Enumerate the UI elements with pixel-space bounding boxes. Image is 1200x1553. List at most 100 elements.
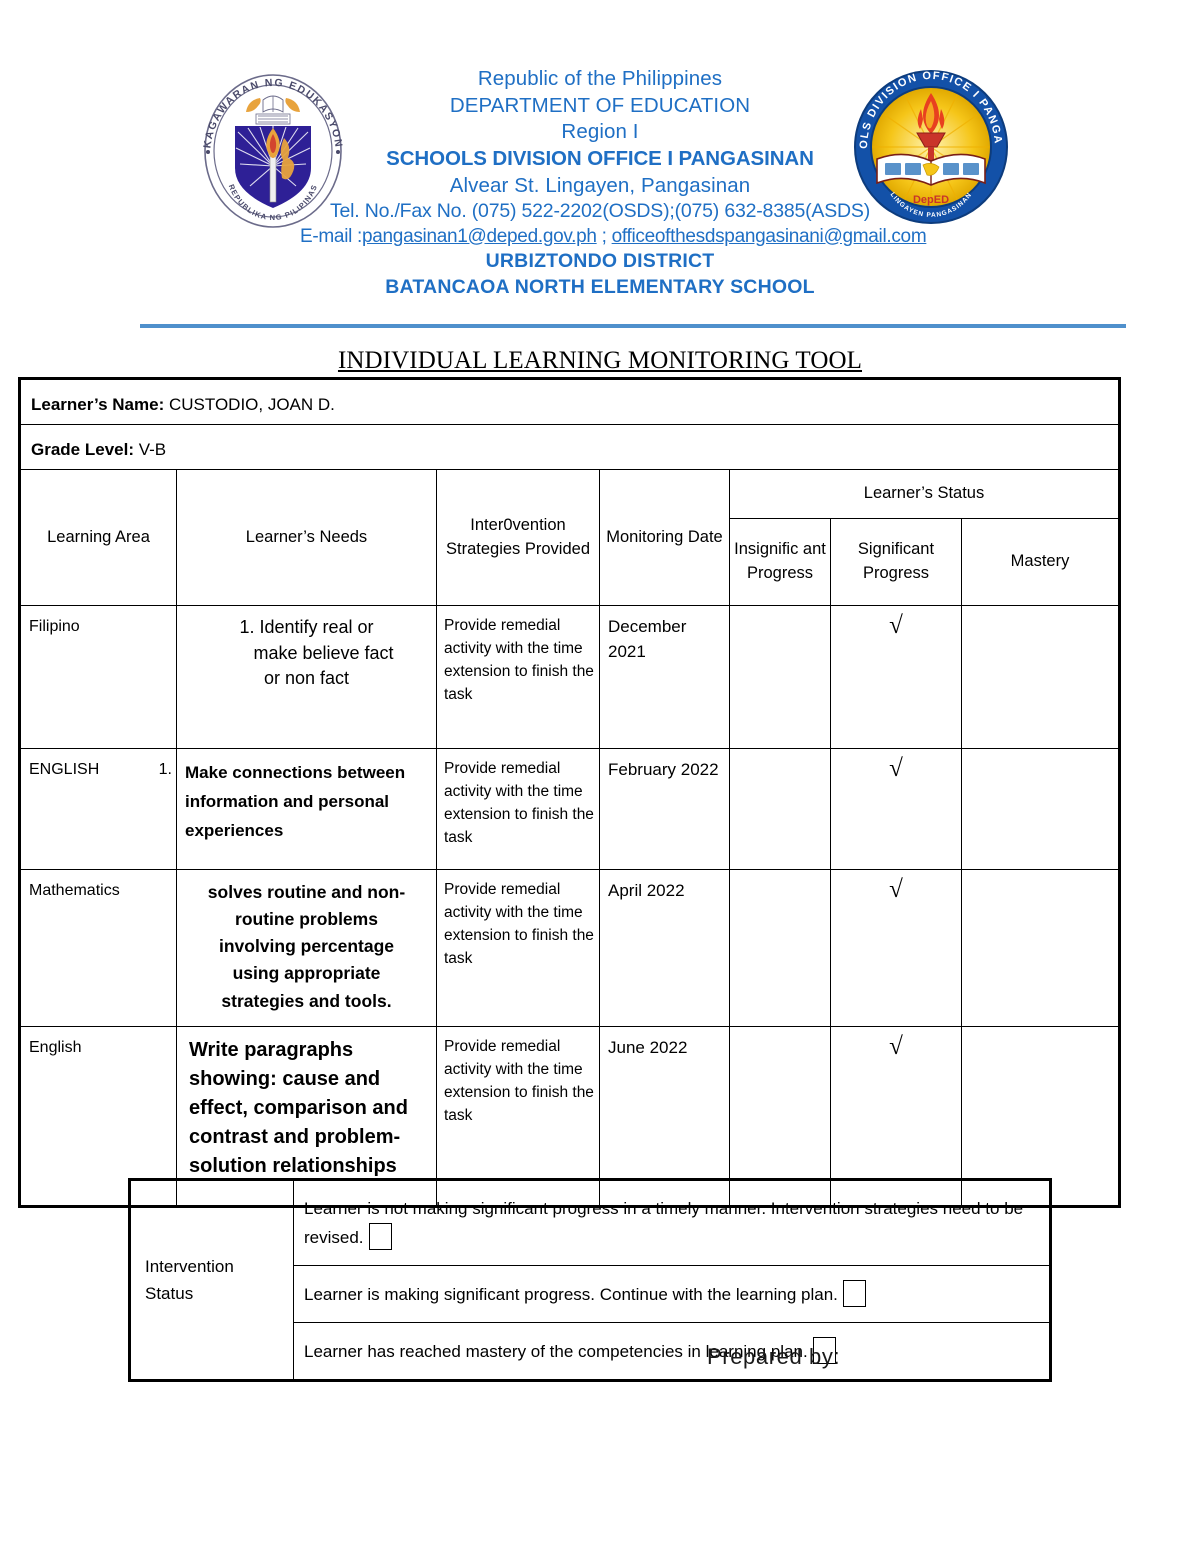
cell-insignificant-progress[interactable] — [729, 748, 831, 870]
cell-monitoring-date: December 2021 — [599, 605, 730, 749]
cell-significant-progress[interactable]: √ — [830, 1026, 962, 1206]
cell-significant-progress[interactable]: √ — [830, 869, 962, 1027]
letterhead-line-address: Alvear St. Lingayen, Pangasinan — [449, 173, 751, 197]
cell-learners-needs: solves routine and non- routine problems… — [176, 869, 437, 1027]
cell-intervention-strategy: Provide remedial activity with the time … — [436, 605, 600, 749]
letterhead-text-block: Republic of the Philippines DEPARTMENT O… — [300, 66, 927, 300]
cell-insignificant-progress[interactable] — [729, 1026, 831, 1206]
prepared-by-label: Prepared by: — [707, 1344, 841, 1369]
learner-name-value: CUSTODIO, JOAN D. — [168, 395, 335, 414]
cell-significant-progress[interactable]: √ — [830, 605, 962, 749]
needs-line: involving percentage — [218, 936, 395, 957]
cell-significant-progress[interactable]: √ — [830, 748, 962, 870]
checkbox-needs-revision[interactable] — [368, 1222, 392, 1250]
table-row: Mathematics solves routine and non- rout… — [20, 869, 1120, 1027]
cell-insignificant-progress[interactable] — [729, 869, 831, 1027]
cell-learning-area: Filipino — [20, 605, 177, 749]
needs-line: solution relationships — [189, 1155, 397, 1177]
needs-line: effect, comparison and — [189, 1097, 408, 1119]
intervention-status-table: Intervention Status Learner is not makin… — [128, 1178, 1052, 1382]
header-significant-progress: Significant Progress — [830, 518, 962, 606]
cell-intervention-strategy: Provide remedial activity with the time … — [436, 869, 600, 1027]
checkbox-significant-progress[interactable] — [842, 1279, 866, 1307]
header-mastery: Mastery — [960, 518, 1120, 606]
schools-division-office-seal-icon: DepED SCHOOLS DIVISION OFFICE I PANGASIN… — [847, 63, 1015, 229]
letterhead-line-department: DEPARTMENT OF EDUCATION — [449, 93, 751, 117]
letterhead-line-region: Region I — [561, 120, 639, 144]
letterhead-line-school: BATANCAOA NORTH ELEMENTARY SCHOOL — [385, 275, 815, 298]
header-learners-needs: Learner’s Needs — [176, 469, 437, 606]
learning-area-text: ENGLISH — [29, 761, 100, 778]
letterhead-line-email: E-mail :pangasinan1@deped.gov.ph ; offic… — [300, 225, 927, 250]
cell-monitoring-date: April 2022 — [599, 869, 730, 1027]
needs-line: experiences — [185, 821, 284, 841]
grade-level-cell: Grade Level: V-B — [19, 424, 1120, 470]
letterhead-line-district: URBIZTONDO DISTRICT — [485, 250, 715, 273]
cell-learners-needs: 1. Identify real or make believe fact or… — [176, 605, 437, 749]
email-separator: ; — [596, 225, 612, 247]
monitoring-table: Learner’s Name: CUSTODIO, JOAN D. Grade … — [17, 377, 1122, 1208]
cell-intervention-strategy: Provide remedial activity with the time … — [436, 748, 600, 870]
needs-line: Write paragraphs — [189, 1039, 354, 1061]
seal-deped-wordmark: DepED — [913, 194, 949, 206]
cell-mastery[interactable] — [960, 605, 1120, 749]
table-row: ENGLISH 1. Make connections between info… — [20, 748, 1120, 870]
needs-line: solves routine and non- — [207, 882, 406, 902]
cell-mastery[interactable] — [960, 1026, 1120, 1206]
table-header-row-1: Learning Area Learner’s Needs Inter0vent… — [20, 469, 1120, 606]
page-title-text: INDIVIDUAL LEARNING MONITORING TOOL — [337, 347, 863, 374]
needs-line: 1. Identify real or — [239, 617, 374, 637]
grade-level-value: V-B — [138, 440, 167, 459]
intervention-status-option-text: Learner is not making significant progre… — [304, 1199, 1024, 1247]
cell-mastery[interactable] — [960, 748, 1120, 870]
cell-monitoring-date: June 2022 — [599, 1026, 730, 1206]
cell-learners-needs: Make connections between information and… — [176, 748, 437, 870]
intervention-status-option: Learner is making significant progress. … — [293, 1265, 1050, 1323]
intervention-status-row-1: Intervention Status Learner is not makin… — [130, 1180, 1050, 1380]
header-divider-rule — [140, 324, 1126, 328]
intervention-status-label-line2: Status — [145, 1284, 194, 1303]
intervention-status-option-text: Learner is making significant progress. … — [304, 1284, 838, 1304]
email-link-deped[interactable]: pangasinan1@deped.gov.ph — [362, 226, 597, 247]
cell-mastery[interactable] — [960, 869, 1120, 1027]
intervention-status-option: Learner is not making significant progre… — [293, 1180, 1050, 1266]
needs-line: Make connections between — [185, 763, 406, 782]
letterhead-line-division: SCHOOLS DIVISION OFFICE I PANGASINAN — [386, 146, 814, 170]
letterhead-line-telephone: Tel. No./Fax No. (075) 522-2202(OSDS);(0… — [329, 200, 871, 223]
learner-name-label: Learner’s Name: — [31, 395, 165, 414]
letterhead-line-republic: Republic of the Philippines — [477, 67, 723, 90]
cell-insignificant-progress[interactable] — [729, 605, 831, 749]
learning-area-item-number: 1. — [158, 761, 172, 778]
needs-line: information and personal — [185, 792, 390, 812]
intervention-status-label-line1: Intervention — [145, 1256, 234, 1276]
table-row: Filipino 1. Identify real or make believ… — [20, 605, 1120, 749]
header-learners-status: Learner’s Status — [728, 469, 1120, 519]
header-monitoring-date: Monitoring Date — [599, 469, 730, 606]
header-insignificant-progress: Insignific ant Progress — [729, 518, 831, 606]
needs-line: routine problems — [235, 909, 378, 930]
cell-monitoring-date: February 2022 — [599, 748, 730, 870]
cell-learning-area: English — [20, 1026, 177, 1206]
needs-line: contrast and problem- — [189, 1126, 401, 1148]
learner-name-cell: Learner’s Name: CUSTODIO, JOAN D. — [19, 379, 1120, 425]
cell-intervention-strategy: Provide remedial activity with the time … — [436, 1026, 600, 1206]
table-row: English Write paragraphs showing: cause … — [20, 1026, 1120, 1206]
cell-learners-needs: Write paragraphs showing: cause and effe… — [176, 1026, 437, 1206]
intervention-status-label: Intervention Status — [130, 1180, 294, 1380]
email-label: E-mail : — [300, 225, 362, 247]
header-intervention-strategies: Inter0vention Strategies Provided — [436, 469, 600, 606]
page-title: INDIVIDUAL LEARNING MONITORING TOOL — [0, 347, 1200, 375]
needs-line: showing: cause and — [189, 1068, 381, 1090]
learner-name-row: Learner’s Name: CUSTODIO, JOAN D. — [19, 379, 1120, 425]
needs-line: make believe fact — [253, 642, 394, 663]
cell-learning-area: ENGLISH 1. — [20, 748, 177, 870]
header-learning-area: Learning Area — [20, 469, 177, 606]
needs-line: using appropriate — [232, 963, 381, 984]
needs-line: strategies and tools. — [221, 990, 392, 1011]
grade-level-label: Grade Level: — [31, 440, 134, 459]
letterhead: KAGAWARAN NG EDUKASYON REPUBLIKA NG PILI… — [0, 0, 1200, 330]
intervention-status-option: Learner has reached mastery of the compe… — [293, 1322, 1050, 1380]
grade-level-row: Grade Level: V-B — [19, 424, 1120, 470]
cell-learning-area: Mathematics — [20, 869, 177, 1027]
needs-line: or non fact — [263, 668, 350, 689]
